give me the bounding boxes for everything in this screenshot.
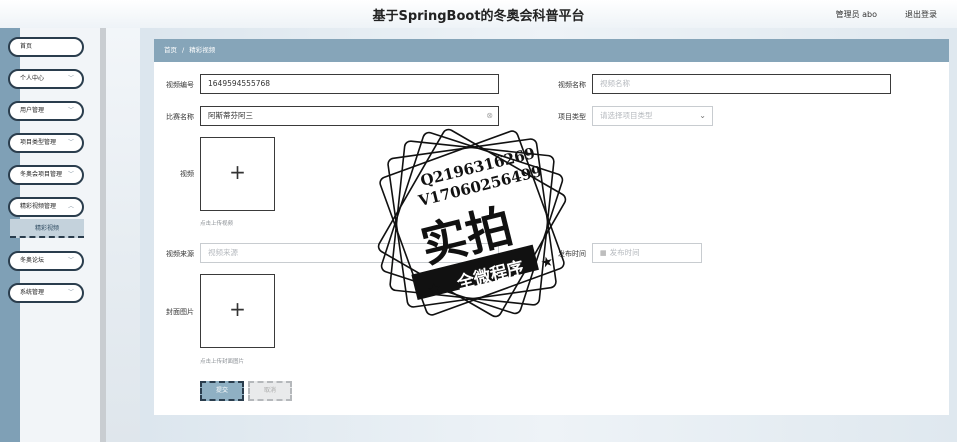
sidebar-edge xyxy=(100,28,106,442)
calendar-icon: ▦ xyxy=(600,249,607,257)
breadcrumb: 首页 / 精彩视频 xyxy=(154,39,949,62)
chevron-down-icon: ⌄ xyxy=(699,111,706,120)
video-upload[interactable]: + xyxy=(200,137,275,211)
video-name-label: 视频名称 xyxy=(558,81,586,89)
sidebar-item-label: 冬奥论坛 xyxy=(20,257,45,264)
cancel-button[interactable]: 取消 xyxy=(248,381,292,401)
sidebar-item-label: 项目类型管理 xyxy=(20,139,57,146)
video-source-label: 视频来源 xyxy=(166,250,194,258)
submenu-item-videos[interactable]: 精彩视频 xyxy=(10,219,84,238)
sidebar-item-label: 精彩视频管理 xyxy=(20,203,57,210)
event-name-value: 阿斯蒂芬阿三 xyxy=(208,111,253,120)
project-type-select[interactable]: 请选择项目类型 ⌄ xyxy=(592,106,713,126)
sidebar-item-video-management[interactable]: 精彩视频管理 ︿ xyxy=(8,197,84,217)
video-no-input[interactable]: 1649594555768 xyxy=(200,74,499,94)
submit-button[interactable]: 提交 xyxy=(200,381,244,401)
sidebar-item-home[interactable]: 首页 xyxy=(8,37,84,57)
sidebar-item-label: 系统管理 xyxy=(20,289,45,296)
cover-image-label: 封面图片 xyxy=(166,308,194,316)
chevron-down-icon: ﹀ xyxy=(67,171,74,178)
watermark-stamp: ★ ★ Q2196316269 V17060256499 实拍 全微程序 xyxy=(372,120,572,330)
breadcrumb-current: 精彩视频 xyxy=(189,46,216,54)
publish-time-placeholder: 发布时间 xyxy=(609,248,640,257)
plus-icon: + xyxy=(229,297,246,321)
publish-time-input[interactable]: ▦ 发布时间 xyxy=(592,243,702,263)
chevron-down-icon: ﹀ xyxy=(67,257,74,264)
breadcrumb-separator: / xyxy=(182,46,185,54)
sidebar-item-label: 用户管理 xyxy=(20,107,45,114)
video-upload-hint: 点击上传视频 xyxy=(200,221,234,227)
cover-upload-hint: 点击上传封面图片 xyxy=(200,359,245,365)
sidebar-item-project-type-management[interactable]: 项目类型管理 ﹀ xyxy=(8,133,84,153)
chevron-down-icon: ﹀ xyxy=(67,289,74,296)
chevron-down-icon: ﹀ xyxy=(67,107,74,114)
top-header: 基于SpringBoot的冬奥会科普平台 管理员 abo 退出登录 xyxy=(0,0,957,28)
logout-link[interactable]: 退出登录 xyxy=(905,9,937,20)
project-type-placeholder: 请选择项目类型 xyxy=(600,111,653,120)
sidebar-item-label: 首页 xyxy=(20,43,33,50)
event-name-label: 比赛名称 xyxy=(166,113,194,121)
site-title: 基于SpringBoot的冬奥会科普平台 xyxy=(372,9,585,24)
chevron-up-icon: ︿ xyxy=(67,203,74,210)
video-name-input[interactable]: 视频名称 xyxy=(592,74,891,94)
sidebar-item-label: 个人中心 xyxy=(20,75,45,82)
video-label: 视频 xyxy=(180,170,194,178)
sidebar-item-label: 冬奥会项目管理 xyxy=(20,171,63,178)
video-no-label: 视频编号 xyxy=(166,81,194,89)
chevron-down-icon: ﹀ xyxy=(67,139,74,146)
cover-image-upload[interactable]: + xyxy=(200,274,275,348)
sidebar-item-olympic-project-management[interactable]: 冬奥会项目管理 ﹀ xyxy=(8,165,84,185)
sidebar-item-personal-center[interactable]: 个人中心 ﹀ xyxy=(8,69,84,89)
sidebar-item-forum[interactable]: 冬奥论坛 ﹀ xyxy=(8,251,84,271)
breadcrumb-home[interactable]: 首页 xyxy=(164,46,177,54)
sidebar-item-user-management[interactable]: 用户管理 ﹀ xyxy=(8,101,84,121)
plus-icon: + xyxy=(229,160,246,184)
sidebar-item-system-management[interactable]: 系统管理 ﹀ xyxy=(8,283,84,303)
chevron-down-icon: ﹀ xyxy=(67,75,74,82)
admin-label: 管理员 abo xyxy=(835,10,877,19)
